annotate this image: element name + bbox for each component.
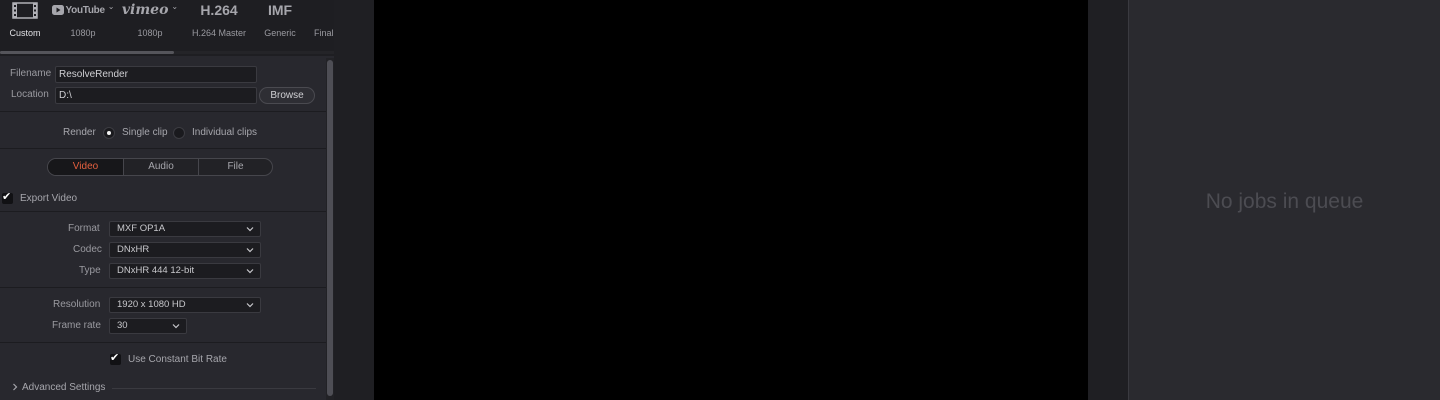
checkmark-icon: ✔ xyxy=(2,191,12,203)
single-clip-label[interactable]: Single clip xyxy=(122,127,168,138)
preset-label: Generic xyxy=(264,28,296,38)
render-label: Render xyxy=(63,127,96,138)
type-label: Type xyxy=(79,265,101,276)
individual-clips-radio[interactable] xyxy=(173,127,185,139)
chevron-down-icon[interactable]: ⌄ xyxy=(171,2,178,11)
chevron-down-icon xyxy=(172,324,180,329)
codec-value: DNxHR xyxy=(117,244,150,255)
tab-audio[interactable]: Audio xyxy=(124,159,198,175)
resolution-label: Resolution xyxy=(53,299,101,310)
divider xyxy=(0,342,326,343)
tab-file[interactable]: File xyxy=(199,159,272,175)
individual-clips-label[interactable]: Individual clips xyxy=(192,127,257,138)
advanced-settings-rule xyxy=(112,388,316,389)
preset-label: H.264 Master xyxy=(191,28,247,38)
format-label: Format xyxy=(68,223,100,234)
type-value: DNxHR 444 12-bit xyxy=(117,265,195,276)
chevron-right-icon[interactable] xyxy=(11,383,19,391)
render-viewer xyxy=(374,0,1088,400)
location-label: Location xyxy=(11,89,49,100)
preset-label: 1080p xyxy=(137,28,163,38)
codec-label: Codec xyxy=(73,244,102,255)
render-queue-panel: No jobs in queue xyxy=(1129,0,1440,400)
render-presets-bar: Custom YouTube ⌄ 1080p vimeo ⌄ 1080p H.2 xyxy=(0,0,334,56)
render-settings-panel: Custom YouTube ⌄ 1080p vimeo ⌄ 1080p H.2 xyxy=(0,0,334,400)
play-icon xyxy=(51,5,64,15)
checkmark-icon: ✔ xyxy=(110,352,120,364)
panel-gap xyxy=(1088,0,1128,400)
chevron-down-icon[interactable]: ⌄ xyxy=(108,2,115,11)
panel-scrollbar-thumb[interactable] xyxy=(327,60,333,396)
format-value: MXF OP1A xyxy=(117,223,166,234)
filename-input[interactable]: ResolveRender xyxy=(55,66,257,83)
preset-final[interactable]: Final xyxy=(314,0,334,50)
imf-logo: IMF xyxy=(267,2,293,18)
vimeo-logo: vimeo xyxy=(121,2,169,18)
advanced-settings-toggle[interactable]: Advanced Settings xyxy=(22,382,105,393)
chevron-down-icon xyxy=(246,248,254,253)
preset-youtube-1080p[interactable]: YouTube ⌄ 1080p xyxy=(48,0,118,50)
framerate-value: 30 xyxy=(117,320,128,331)
chevron-down-icon xyxy=(246,269,254,274)
panel-gap xyxy=(334,0,374,400)
preset-label: 1080p xyxy=(70,28,96,38)
preset-label: Final xyxy=(314,28,334,38)
filename-label: Filename xyxy=(10,68,52,79)
presets-scrollbar-thumb[interactable] xyxy=(0,51,174,54)
preset-imf-generic[interactable]: IMF Generic xyxy=(245,0,315,50)
export-video-label: Export Video xyxy=(20,193,78,204)
browse-button[interactable]: Browse xyxy=(259,87,315,104)
film-icon xyxy=(12,1,38,19)
h264-logo: H.264 xyxy=(200,2,238,18)
chevron-down-icon xyxy=(246,227,254,232)
export-video-checkbox[interactable]: ✔ xyxy=(2,191,13,204)
preset-vimeo-1080p[interactable]: vimeo ⌄ 1080p xyxy=(115,0,185,50)
chevron-down-icon xyxy=(246,303,254,308)
format-select[interactable]: MXF OP1A xyxy=(109,221,261,237)
type-select[interactable]: DNxHR 444 12-bit xyxy=(109,263,261,279)
tab-video[interactable]: Video xyxy=(48,159,123,175)
youtube-logo: YouTube xyxy=(65,4,106,16)
divider xyxy=(0,211,326,212)
codec-select[interactable]: DNxHR xyxy=(109,242,261,258)
constant-bit-rate-label: Use Constant Bit Rate xyxy=(128,354,227,365)
framerate-label: Frame rate xyxy=(52,320,101,331)
divider xyxy=(0,111,326,112)
single-clip-radio[interactable] xyxy=(103,127,115,139)
resolution-value: 1920 x 1080 HD xyxy=(117,299,186,310)
preset-h264-master[interactable]: H.264 H.264 Master xyxy=(184,0,254,50)
divider xyxy=(0,287,326,288)
divider xyxy=(0,148,326,149)
constant-bit-rate-checkbox[interactable]: ✔ xyxy=(110,352,121,365)
framerate-select[interactable]: 30 xyxy=(109,318,187,334)
location-input[interactable]: D:\ xyxy=(55,87,257,104)
settings-tabs: Video Audio File xyxy=(47,158,273,176)
queue-empty-message: No jobs in queue xyxy=(1205,190,1364,213)
resolution-select[interactable]: 1920 x 1080 HD xyxy=(109,297,261,313)
